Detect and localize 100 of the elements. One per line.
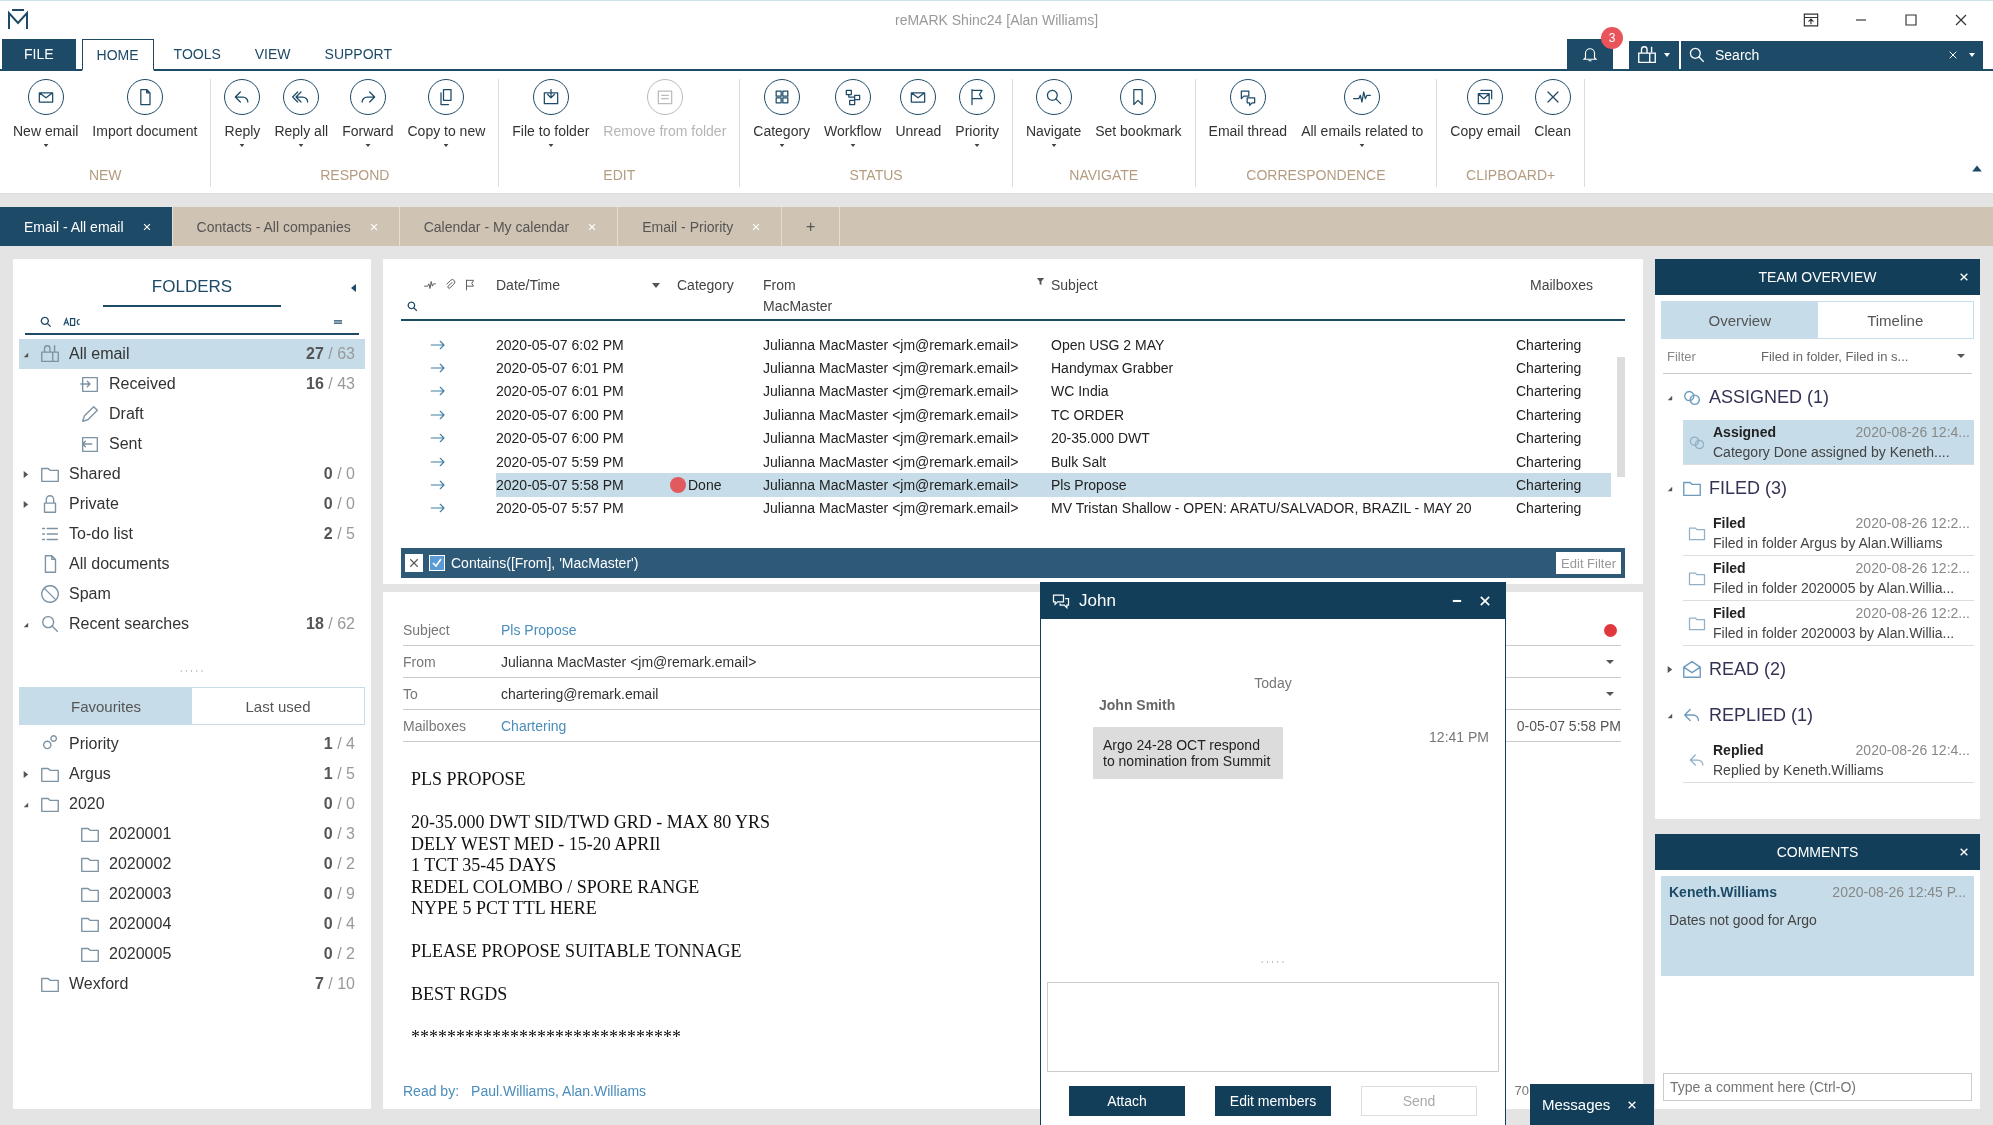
ribbon-button[interactable]: Priority: [948, 79, 1006, 167]
add-tab-button[interactable]: +: [782, 207, 841, 246]
tree-item[interactable]: Draft: [19, 399, 365, 429]
panel-tab[interactable]: Overview: [1662, 302, 1818, 338]
collapse-panel-icon[interactable]: [349, 283, 359, 293]
tree-item[interactable]: To-do list 2 / 5: [19, 519, 365, 549]
document-tab[interactable]: Calendar - My calendar: [399, 207, 619, 246]
email-row[interactable]: 2020-05-07 6:01 PM Julianna MacMaster <jm@remark.email> WC India Chartering: [401, 379, 1611, 404]
ribbon-button[interactable]: Unread: [888, 79, 949, 167]
item-count: 2 / 5: [323, 525, 355, 543]
filter-dropdown[interactable]: Filter Filed in folder, Filed in s...: [1663, 339, 1972, 374]
panel-tab[interactable]: Favourites: [20, 688, 192, 724]
field-value: Julianna MacMaster <jm@remark.email>: [501, 653, 757, 670]
tree-item[interactable]: All documents: [19, 549, 365, 579]
ribbon-button[interactable]: Clean: [1527, 79, 1578, 167]
menu-tab[interactable]: TOOLS: [159, 39, 235, 69]
document-tab[interactable]: Email - Priority: [618, 207, 783, 246]
sort-caret-icon[interactable]: [651, 280, 661, 290]
tree-item[interactable]: Received 16 / 43: [19, 369, 365, 399]
ribbon-button[interactable]: Import document: [85, 79, 205, 167]
tree-item[interactable]: Argus 1 / 5: [19, 759, 365, 789]
folder-name: Priority: [69, 735, 120, 753]
chat-button[interactable]: Attach: [1069, 1086, 1185, 1116]
email-row[interactable]: 2020-05-07 5:57 PM Julianna MacMaster <jm@remark.email> MV Tristan Shallow - OPEN: ARATU/SALVADOR, BRAZIL - MAY 20 Chartering: [401, 496, 1611, 521]
column-header[interactable]: Subject: [1051, 277, 1530, 293]
group-header[interactable]: FILED (3): [1655, 465, 1980, 511]
tree-item[interactable]: 2020003 0 / 9: [19, 879, 365, 909]
paperclip-icon: [443, 278, 457, 292]
ribbon-button[interactable]: Copy email: [1443, 79, 1528, 167]
tree-item[interactable]: Private 0 / 0: [19, 489, 365, 519]
menu-tab[interactable]: HOME: [81, 39, 154, 71]
sort-alphabetical-icon[interactable]: [63, 317, 83, 327]
search-icon: [406, 299, 419, 313]
tree-item[interactable]: 2020002 0 / 2: [19, 849, 365, 879]
tree-item[interactable]: 2020004 0 / 4: [19, 909, 365, 939]
menu-tab[interactable]: FILE: [2, 39, 76, 69]
tree-item[interactable]: Spam: [19, 579, 365, 609]
ribbon-button[interactable]: Workflow: [817, 79, 889, 167]
ribbon-button[interactable]: Navigate: [1018, 79, 1089, 167]
ribbon-button[interactable]: Category: [746, 79, 818, 167]
ribbon-button[interactable]: File to folder: [505, 79, 597, 167]
ribbon-button[interactable]: New email: [6, 79, 86, 167]
tree-item[interactable]: Priority 1 / 4: [19, 729, 365, 759]
column-header[interactable]: Category: [677, 277, 734, 293]
ribbon-button[interactable]: Set bookmark: [1088, 79, 1189, 167]
menu-tab[interactable]: VIEW: [240, 39, 305, 69]
document-tab[interactable]: Contacts - All companies: [172, 207, 400, 246]
activity-item[interactable]: Replied 2020-08-26 12:4... Replied by Keneth.Williams: [1683, 738, 1974, 783]
ribbon-button[interactable]: All emails related to: [1294, 79, 1431, 167]
close-icon[interactable]: [405, 554, 423, 572]
ribbon-button[interactable]: Reply: [217, 79, 268, 167]
activity-item[interactable]: Filed 2020-08-26 12:2... Filed in folder 2020003 by Alan.Willia...: [1683, 601, 1974, 646]
search-icon[interactable]: [39, 315, 53, 329]
tree-item[interactable]: 2020005 0 / 2: [19, 939, 365, 969]
column-header[interactable]: Mailboxes: [1530, 277, 1625, 293]
tree-item[interactable]: All email 27 / 63: [19, 339, 365, 369]
read-by-names[interactable]: Paul.Williams, Alan.Williams: [471, 1083, 647, 1099]
group-header[interactable]: ASSIGNED (1): [1655, 374, 1980, 420]
tree-item[interactable]: Sent: [19, 429, 365, 459]
ribbon-button[interactable]: Reply all: [267, 79, 336, 167]
scrollbar[interactable]: [1617, 357, 1625, 477]
activity-item[interactable]: Assigned 2020-08-26 12:4... Category Done assigned by Keneth....: [1683, 420, 1974, 465]
group-header[interactable]: REPLIED (1): [1655, 692, 1980, 738]
field-link[interactable]: Pls Propose: [501, 621, 577, 638]
mailbox-selector[interactable]: [1629, 41, 1679, 69]
search-input[interactable]: Search: [1713, 46, 1939, 64]
document-tab[interactable]: Email - All email: [0, 207, 173, 246]
comment-input[interactable]: Type a comment here (Ctrl-O): [1663, 1073, 1972, 1101]
email-row[interactable]: 2020-05-07 5:58 PM Done Julianna MacMaster <jm@remark.email> Pls Propose Chartering: [401, 473, 1611, 497]
tree-item[interactable]: Shared 0 / 0: [19, 459, 365, 489]
search-field[interactable]: Search: [1681, 41, 1983, 69]
email-row[interactable]: 2020-05-07 6:02 PM Julianna MacMaster <jm@remark.email> Open USG 2 MAY Chartering: [401, 333, 1611, 357]
blocked-icon: [39, 583, 61, 605]
activity-item[interactable]: Filed 2020-08-26 12:2... Filed in folder 2020005 by Alan.Willia...: [1683, 556, 1974, 601]
ribbon-group-label: CORRESPONDENCE: [1245, 167, 1387, 185]
activity-item[interactable]: Filed 2020-08-26 12:2... Filed in folder Argus by Alan.Williams: [1683, 511, 1974, 556]
email-row[interactable]: 2020-05-07 5:59 PM Julianna MacMaster <jm@remark.email> Bulk Salt Chartering: [401, 449, 1611, 474]
menu-tab[interactable]: SUPPORT: [310, 39, 406, 69]
email-row[interactable]: 2020-05-07 6:01 PM Julianna MacMaster <jm@remark.email> Handymax Grabber Chartering: [401, 356, 1611, 380]
tree-item[interactable]: 2020 0 / 0: [19, 789, 365, 819]
column-header[interactable]: Date/Time: [496, 277, 676, 293]
message-input[interactable]: [1047, 982, 1499, 1072]
chat-button[interactable]: Edit members: [1215, 1086, 1331, 1116]
tree-item[interactable]: Recent searches 18 / 62: [19, 609, 365, 639]
messages-bar[interactable]: Messages: [1530, 1084, 1654, 1125]
comment-text: Dates not good for Argo: [1669, 912, 1818, 928]
ribbon-button[interactable]: Forward: [335, 79, 401, 167]
column-filter-value[interactable]: MacMaster: [763, 298, 833, 314]
tree-item[interactable]: Wexford 7 / 10: [19, 969, 365, 999]
column-header[interactable]: From: [763, 277, 796, 293]
field-link[interactable]: Chartering: [501, 717, 567, 734]
ribbon-button[interactable]: Copy to new: [400, 79, 493, 167]
checkbox[interactable]: [429, 555, 445, 571]
ribbon-button[interactable]: Email thread: [1201, 79, 1295, 167]
email-row[interactable]: 2020-05-07 6:00 PM Julianna MacMaster <jm@remark.email> 20-35.000 DWT Chartering: [401, 426, 1611, 450]
table-cell-text: TC ORDER: [1051, 406, 1126, 423]
filter-icon[interactable]: [1036, 277, 1045, 286]
email-row[interactable]: 2020-05-07 6:00 PM Julianna MacMaster <jm@remark.email> TC ORDER Chartering: [401, 403, 1611, 427]
tree-item[interactable]: 2020001 0 / 3: [19, 819, 365, 849]
group-header[interactable]: READ (2): [1655, 646, 1980, 692]
